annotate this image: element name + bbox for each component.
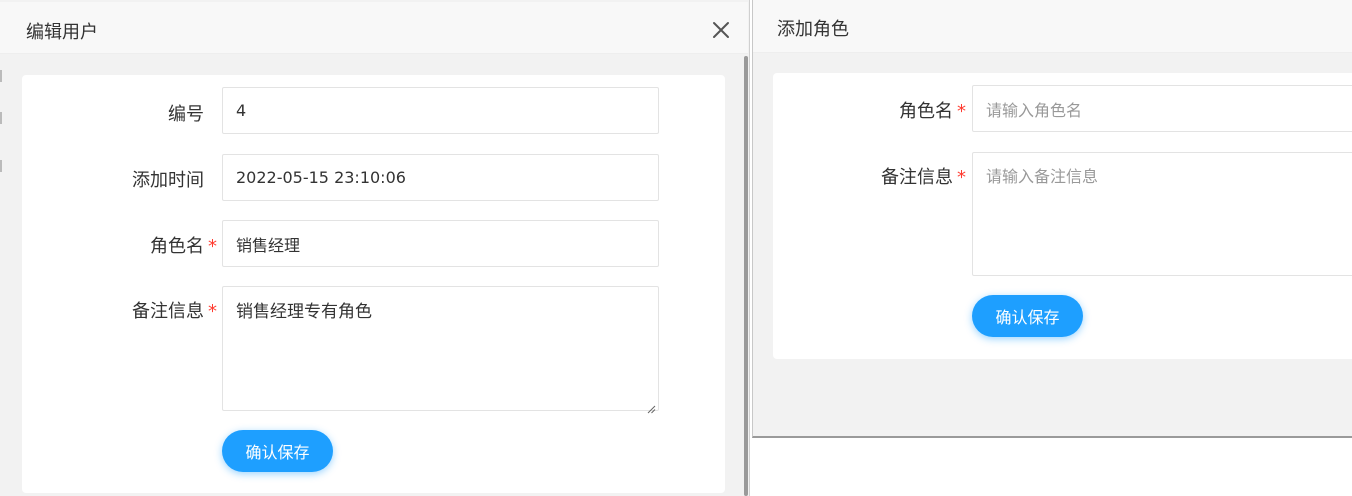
remark-value: 销售经理专有角色 — [236, 302, 372, 322]
id-input[interactable]: 4 — [222, 87, 659, 134]
remark-textarea[interactable]: 销售经理专有角色 — [222, 286, 659, 414]
id-label: 编号 — [168, 104, 204, 125]
required-mark: * — [208, 236, 217, 257]
role-name-placeholder: 请输入角色名 — [986, 100, 1083, 120]
edit-user-dialog: 编辑用户 编号 4 添加时间 2022-05-15 23:10:06 角色名* — [0, 0, 750, 496]
edge-marker — [0, 160, 2, 172]
role-name-value: 销售经理 — [236, 235, 301, 255]
add-role-dialog: 添加角色 角色名 * 请输入角色名 备注信息 * 请输入备注信息 确认保存 — [752, 0, 1352, 438]
created-at-input[interactable]: 2022-05-15 23:10:06 — [222, 154, 659, 201]
close-icon[interactable] — [709, 18, 733, 42]
dialog-header: 添加角色 — [753, 0, 1352, 53]
edge-marker — [0, 70, 2, 82]
add-form: 角色名 * 请输入角色名 备注信息 * 请输入备注信息 确认保存 — [773, 73, 1352, 359]
save-button-label: 确认保存 — [995, 308, 1060, 327]
id-value: 4 — [236, 101, 247, 120]
role-name-label: 角色名 * — [150, 236, 217, 257]
remark-placeholder: 请输入备注信息 — [986, 167, 1099, 186]
edit-form: 编号 4 添加时间 2022-05-15 23:10:06 角色名 * 销售经理 … — [22, 75, 725, 493]
save-button-label: 确认保存 — [245, 443, 310, 462]
dialog-header: 编辑用户 — [0, 2, 748, 54]
role-name-label: 角色名 * — [899, 101, 966, 122]
required-mark: * — [957, 167, 966, 188]
resize-grip-icon[interactable] — [647, 399, 656, 414]
created-at-label: 添加时间 — [132, 170, 204, 191]
remark-label: 备注信息 * — [132, 301, 217, 322]
created-at-value: 2022-05-15 23:10:06 — [236, 168, 406, 187]
dialog-title: 编辑用户 — [26, 22, 98, 43]
dialog-title: 添加角色 — [777, 19, 849, 40]
edge-marker — [0, 112, 2, 124]
save-button[interactable]: 确认保存 — [972, 295, 1083, 337]
role-name-input[interactable]: 销售经理 — [222, 220, 659, 267]
remark-textarea[interactable]: 请输入备注信息 — [972, 152, 1352, 276]
role-name-input[interactable]: 请输入角色名 — [972, 85, 1352, 132]
scrollbar[interactable] — [744, 56, 748, 496]
save-button[interactable]: 确认保存 — [222, 430, 333, 472]
remark-label: 备注信息 * — [881, 167, 966, 188]
required-mark: * — [957, 101, 966, 122]
required-mark: * — [208, 301, 217, 322]
